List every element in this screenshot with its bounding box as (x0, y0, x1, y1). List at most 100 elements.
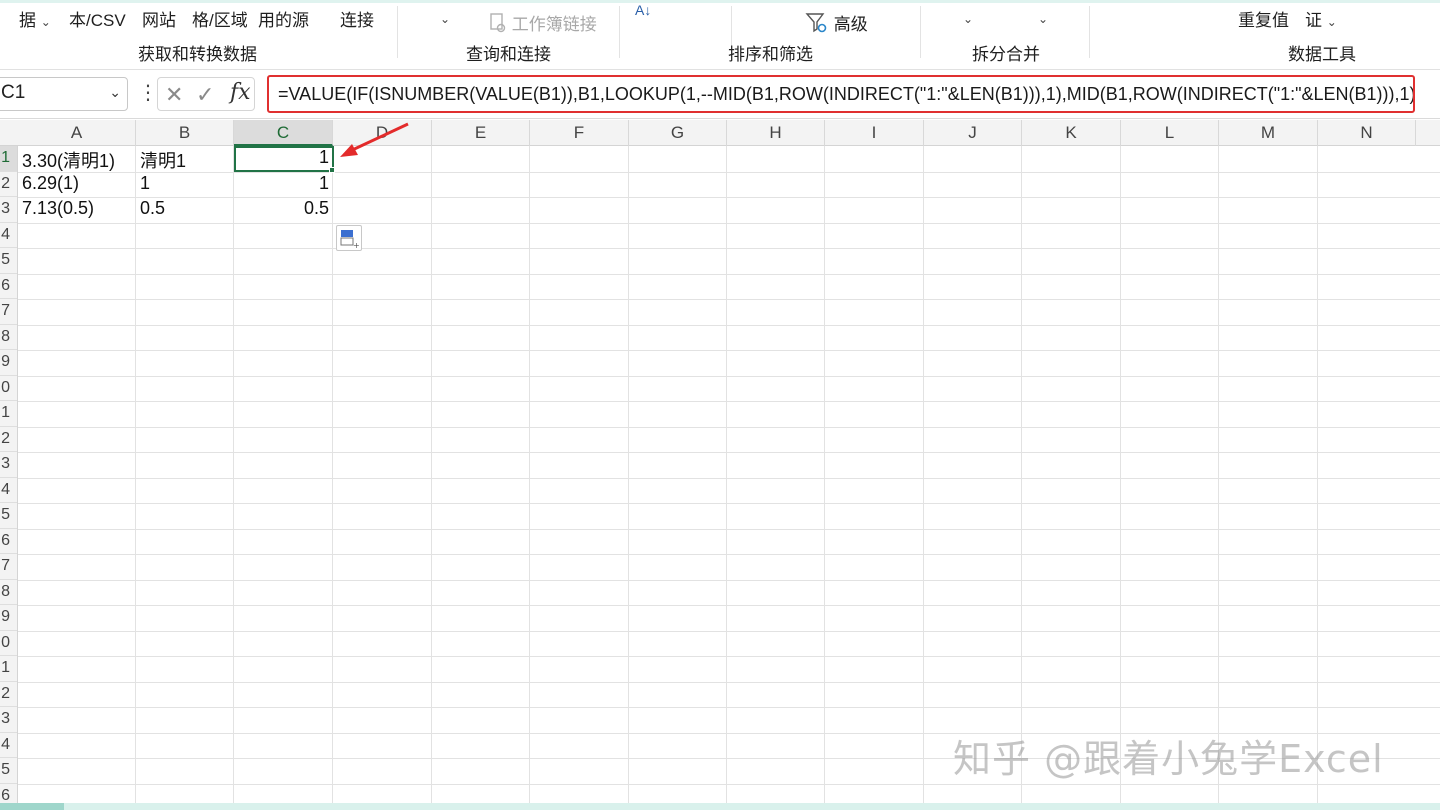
sort-az-icon[interactable]: A↓ (635, 2, 651, 18)
column-header-i[interactable]: I (825, 120, 924, 146)
row-header[interactable]: 1 (0, 401, 17, 427)
grid-line (18, 783, 1440, 785)
ribbon-item-from-csv[interactable]: 本/CSV (69, 6, 126, 31)
ribbon-item-existing-connections[interactable]: 连接 (340, 6, 374, 31)
row-header[interactable]: 6 (0, 274, 17, 299)
grid-line (18, 324, 1440, 326)
row-header[interactable]: 4 (0, 223, 17, 248)
column-header-e[interactable]: E (432, 120, 530, 146)
advanced-filter-button[interactable]: 高级 (805, 10, 868, 35)
chevron-down-icon[interactable]: ⌄ (109, 84, 121, 101)
confirm-check-icon[interactable]: ✓ (196, 82, 214, 108)
row-header[interactable]: 3 (0, 707, 17, 733)
row-header[interactable]: 9 (0, 605, 17, 631)
ribbon-separator (397, 6, 398, 58)
insert-function-icon[interactable]: fx (230, 80, 251, 105)
bottom-scroll-strip[interactable] (0, 803, 1440, 810)
ribbon-item-from-web[interactable]: 网站 (142, 6, 176, 31)
row-header[interactable]: 3 (0, 452, 17, 478)
cancel-icon[interactable]: ✕ (165, 82, 183, 108)
grid-line (18, 350, 1440, 351)
cell-c2[interactable]: 1 (234, 172, 333, 197)
scroll-thumb[interactable] (0, 803, 64, 810)
grid-line (18, 681, 1440, 683)
cell-b2[interactable]: 1 (136, 172, 234, 197)
ribbon-item-from-range[interactable]: 格/区域 (192, 6, 248, 31)
grid-line (18, 401, 1440, 402)
column-header-n[interactable]: N (1318, 120, 1416, 146)
row-header[interactable]: 0 (0, 631, 17, 656)
ribbon: 据 ⌄ 本/CSV 网站 格/区域 用的源 连接 ⌄ 工作簿链接 A↓ 高级 ⌄… (0, 0, 1440, 70)
grid-line (18, 528, 1440, 530)
row-header[interactable]: 1 (0, 656, 17, 682)
row-header[interactable]: 6 (0, 529, 17, 554)
cell-a2[interactable]: 6.29(1) (18, 172, 136, 197)
row-header[interactable]: 5 (0, 248, 17, 274)
ribbon-separator (920, 6, 921, 58)
grid-line (18, 605, 1440, 606)
group-get-transform-data: 获取和转换数据 (138, 45, 257, 64)
ribbon-item-recent-sources[interactable]: 用的源 (258, 6, 309, 31)
annotation-arrow (340, 122, 409, 157)
formula-tools: ✕ ✓ fx (157, 77, 255, 111)
grid-line (18, 630, 1440, 632)
row-header[interactable]: 4 (0, 733, 17, 758)
name-box[interactable]: C1 ⌄ (0, 77, 128, 111)
group-split-merge: 拆分合并 (972, 45, 1040, 64)
column-header-m[interactable]: M (1219, 120, 1318, 146)
row-header[interactable]: 8 (0, 580, 17, 605)
cell-a3[interactable]: 7.13(0.5) (18, 197, 136, 222)
group-data-tools: 数据工具 (1288, 45, 1356, 64)
row-header[interactable]: 4 (0, 478, 17, 503)
row-header[interactable]: 8 (0, 325, 17, 350)
ribbon-separator (1089, 6, 1090, 58)
workbook-links-button[interactable]: 工作簿链接 (489, 10, 597, 35)
svg-text:+: + (353, 241, 360, 250)
cell-grid[interactable]: 3.30(清明1) 清明1 1 6.29(1) 1 1 7.13(0.5) 0.5 0.5 + (18, 146, 1440, 810)
merge-dropdown[interactable]: ⌄ (1038, 8, 1048, 28)
column-header-l[interactable]: L (1121, 120, 1219, 146)
row-header[interactable]: 5 (0, 758, 17, 784)
row-header[interactable]: 1 (0, 146, 17, 172)
row-header[interactable]: 3 (0, 197, 17, 223)
cell-c3[interactable]: 0.5 (234, 197, 333, 222)
cell-b3[interactable]: 0.5 (136, 197, 234, 222)
row-header[interactable]: 2 (0, 427, 17, 452)
column-header-k[interactable]: K (1022, 120, 1121, 146)
row-header[interactable]: 0 (0, 376, 17, 401)
formula-input[interactable]: =VALUE(IF(ISNUMBER(VALUE(B1)),B1,LOOKUP(… (267, 75, 1415, 113)
grid-line (18, 503, 1440, 504)
row-header[interactable]: 2 (0, 172, 17, 197)
row-header[interactable]: 7 (0, 554, 17, 580)
row-header[interactable]: 2 (0, 682, 17, 707)
data-validation-label: 证 (1305, 11, 1322, 30)
ribbon-item-label: 据 (19, 11, 36, 30)
ribbon-item-data-source[interactable]: 据 ⌄ (19, 6, 51, 31)
column-header-j[interactable]: J (924, 120, 1022, 146)
data-validation-button[interactable]: 证 ⌄ (1305, 6, 1337, 31)
column-header-f[interactable]: F (530, 120, 629, 146)
worksheet: ABCDEFGHIJKLMN 1234567890123456789012345… (0, 120, 1440, 810)
row-header[interactable]: 5 (0, 503, 17, 529)
duplicate-values-button[interactable]: 重复值 (1238, 6, 1289, 31)
ribbon-top-line (0, 0, 1440, 3)
column-headers: ABCDEFGHIJKLMN (0, 120, 1440, 146)
row-header[interactable]: 9 (0, 350, 17, 376)
column-header-a[interactable]: A (18, 120, 136, 146)
cell-a1[interactable]: 3.30(清明1) (18, 146, 136, 171)
more-vertical-icon[interactable]: ⋮ (138, 83, 158, 103)
group-sort-filter: 排序和筛选 (728, 45, 813, 64)
text-to-columns-dropdown[interactable]: ⌄ (963, 8, 973, 28)
refresh-dropdown[interactable]: ⌄ (440, 8, 450, 28)
link-doc-icon (490, 13, 506, 33)
row-header[interactable]: 7 (0, 299, 17, 325)
grid-line (18, 375, 1440, 377)
column-header-b[interactable]: B (136, 120, 234, 146)
cell-b1[interactable]: 清明1 (136, 146, 234, 171)
column-header-g[interactable]: G (629, 120, 727, 146)
chevron-down-icon: ⌄ (1326, 15, 1337, 29)
column-header-c[interactable]: C (234, 120, 333, 146)
column-header-h[interactable]: H (727, 120, 825, 146)
chevron-down-icon: ⌄ (1038, 12, 1049, 26)
paste-options-button[interactable]: + (336, 225, 362, 251)
